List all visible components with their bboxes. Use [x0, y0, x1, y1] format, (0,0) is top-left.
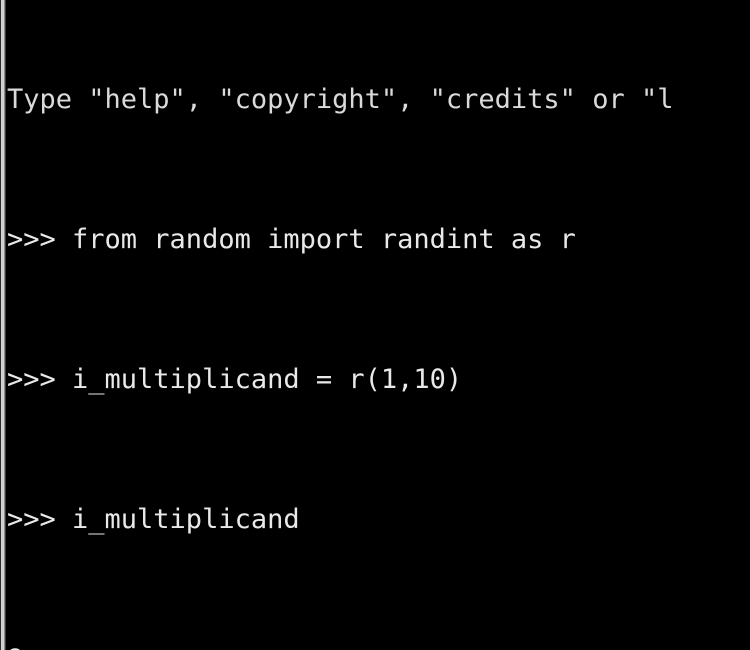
terminal-text-buffer: Type "help", "copyright", "credits" or "…: [7, 0, 673, 650]
terminal-line-input-assign-multiplicand: >>> i_multiplicand = r(1,10): [7, 364, 463, 395]
terminal-window[interactable]: Type "help", "copyright", "credits" or "…: [0, 0, 750, 650]
terminal-screen[interactable]: Type "help", "copyright", "credits" or "…: [6, 0, 750, 650]
terminal-line-banner: Type "help", "copyright", "credits" or "…: [7, 84, 674, 115]
terminal-line-input-echo-multiplicand: >>> i_multiplicand: [7, 504, 300, 535]
window-left-border: [0, 0, 6, 650]
terminal-line-output-multiplicand: 8: [7, 642, 673, 650]
terminal-line-input-import: >>> from random import randint as r: [7, 224, 576, 255]
